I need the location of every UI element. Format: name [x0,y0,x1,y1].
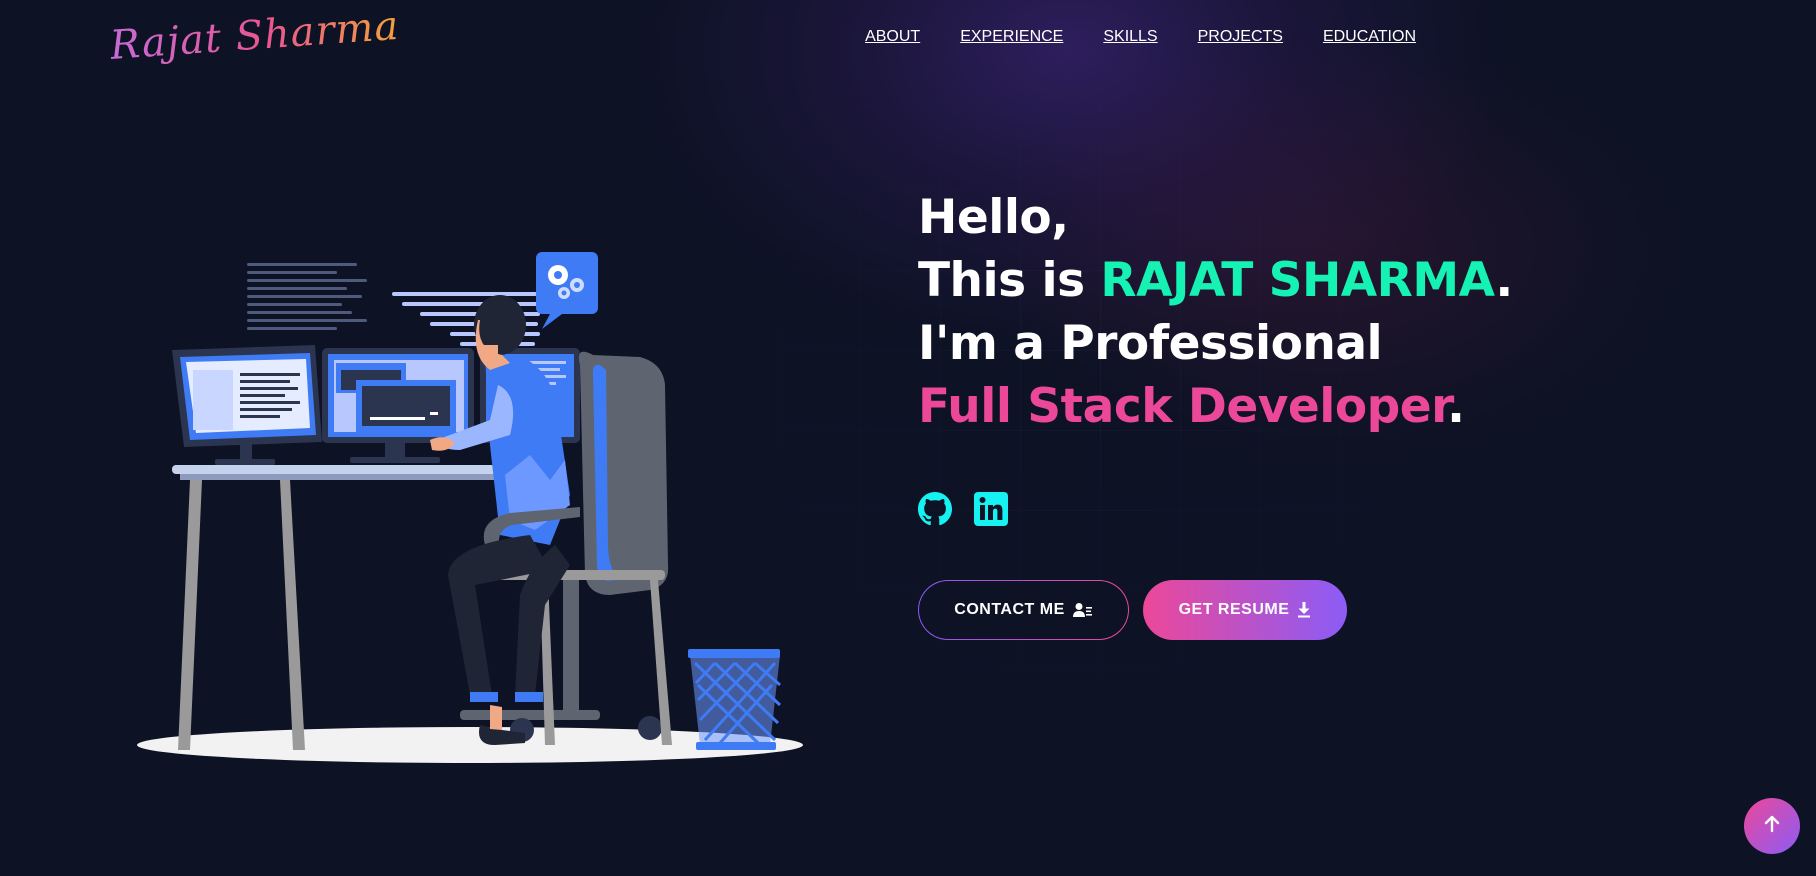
get-resume-button[interactable]: GET RESUME [1143,580,1347,640]
contact-card-icon [1072,602,1093,618]
main-nav: ABOUT EXPERIENCE SKILLS PROJECTS EDUCATI… [865,28,1416,46]
hero-greeting: Hello, [918,190,1069,245]
nav-item-education[interactable]: EDUCATION [1323,28,1416,46]
nav-item-about[interactable]: ABOUT [865,28,920,46]
github-icon[interactable] [918,492,952,526]
developer-at-desk-illustration [137,252,803,763]
logo[interactable]: Rajat Sharma [108,0,402,78]
contact-me-label: CONTACT ME [954,601,1065,618]
nav-item-experience[interactable]: EXPERIENCE [960,28,1063,46]
arrow-up-icon [1762,814,1782,838]
contact-me-button[interactable]: CONTACT ME [918,580,1129,640]
hero-role: Full Stack Developer [918,379,1448,434]
hero-name: RAJAT SHARMA [1100,253,1496,308]
hero-intro: Hello, This is RAJAT SHARMA. I'm a Profe… [918,186,1513,438]
hero-line4-suffix: . [1447,379,1465,434]
get-resume-label: GET RESUME [1178,601,1290,618]
hero-line2-suffix: . [1495,253,1513,308]
hero-line3: I'm a Professional [918,316,1383,371]
nav-item-skills[interactable]: SKILLS [1103,28,1157,46]
scroll-to-top-button[interactable] [1744,798,1800,854]
linkedin-icon[interactable] [974,492,1008,526]
download-icon [1297,602,1311,618]
nav-item-projects[interactable]: PROJECTS [1198,28,1283,46]
hero-line2-prefix: This is [918,253,1101,308]
social-links [918,492,1008,526]
cta-buttons: CONTACT ME GET RESUME [918,580,1347,640]
hero-heading: Hello, This is RAJAT SHARMA. I'm a Profe… [918,186,1513,438]
